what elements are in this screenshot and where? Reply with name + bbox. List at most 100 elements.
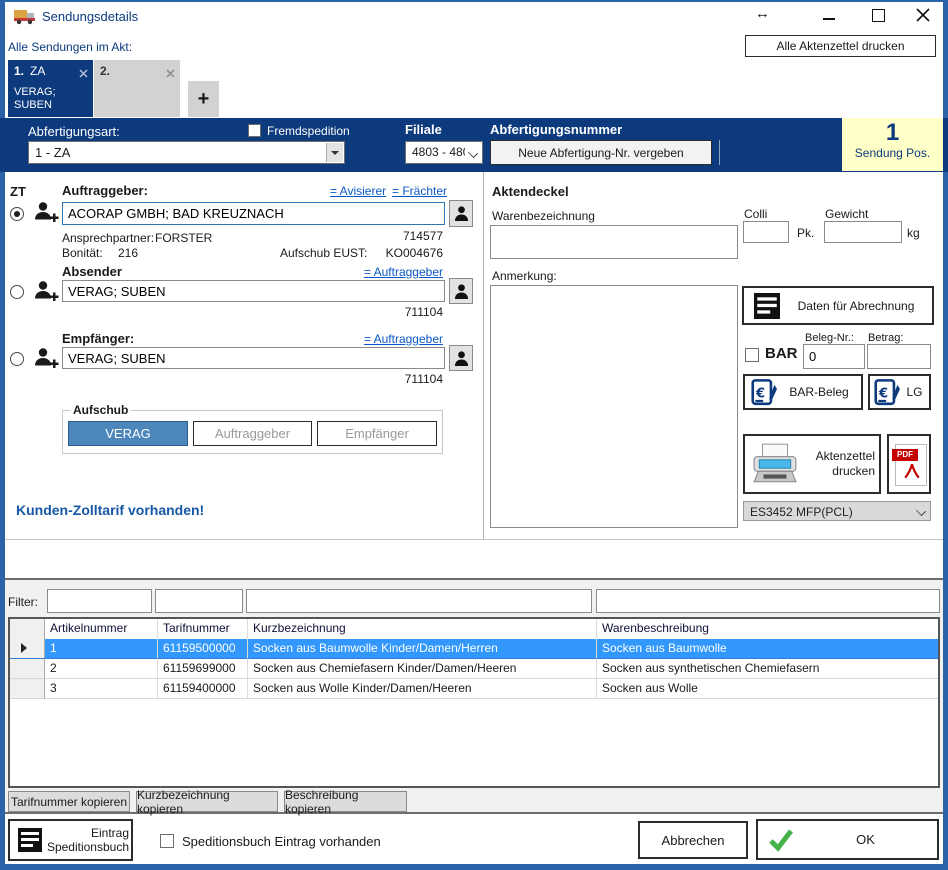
person-icon bbox=[454, 283, 469, 300]
aufschub-eust-value: KO004676 bbox=[343, 246, 443, 260]
auftraggeber-radio[interactable] bbox=[10, 207, 24, 221]
neue-abfertigungsnummer-button[interactable]: Neue Abfertigung-Nr. vergeben bbox=[490, 140, 712, 165]
empfaenger-input[interactable] bbox=[62, 347, 445, 369]
add-shipment-button[interactable]: + bbox=[188, 81, 219, 117]
empfaenger-auftraggeber-link[interactable]: = Auftraggeber bbox=[358, 332, 443, 346]
printer-select[interactable]: ES3452 MFP(PCL) bbox=[743, 501, 931, 521]
bar-beleg-button[interactable]: € BAR-Beleg bbox=[743, 374, 863, 410]
printer-icon bbox=[751, 443, 799, 485]
table-row[interactable]: 1 61159500000 Socken aus Baumwolle Kinde… bbox=[10, 639, 938, 659]
filiale-select[interactable]: 4803 - 480 bbox=[405, 141, 483, 164]
pdf-button[interactable]: PDF bbox=[887, 434, 931, 494]
tab1-line2: SUBEN bbox=[14, 99, 52, 111]
filter-input-kurzbezeichnung[interactable] bbox=[246, 589, 592, 613]
print-all-aktenzettel-button[interactable]: Alle Aktenzettel drucken bbox=[745, 35, 936, 57]
aktenzettel-label-2: drucken bbox=[832, 464, 875, 478]
row-selector-cell[interactable] bbox=[10, 639, 45, 659]
cell-artikelnummer: 3 bbox=[45, 679, 158, 699]
add-contact-icon[interactable] bbox=[33, 279, 59, 308]
speditionsbuch-checkbox[interactable] bbox=[160, 834, 174, 848]
person-icon bbox=[454, 350, 469, 367]
bonitaet-value: 216 bbox=[118, 246, 138, 260]
ok-button[interactable]: OK bbox=[756, 819, 939, 860]
table-row[interactable]: 2 61159699000 Socken aus Chemiefasern Ki… bbox=[10, 659, 938, 679]
empfaenger-contact-button[interactable] bbox=[449, 345, 473, 371]
anmerkung-textarea[interactable] bbox=[490, 285, 738, 528]
empfaenger-radio[interactable] bbox=[10, 352, 24, 366]
cell-tarifnummer: 61159500000 bbox=[158, 639, 248, 659]
column-header[interactable]: Kurzbezeichnung bbox=[248, 619, 597, 641]
abfertigungsart-select[interactable]: 1 - ZA bbox=[28, 141, 345, 164]
tab1-index: 1. bbox=[14, 64, 24, 78]
beleg-input[interactable] bbox=[803, 344, 865, 369]
filter-input-warenbeschreibung[interactable] bbox=[596, 589, 940, 613]
lg-label: LG bbox=[900, 385, 929, 399]
row-selector-cell[interactable] bbox=[10, 659, 45, 679]
absender-auftraggeber-link[interactable]: = Auftraggeber bbox=[358, 265, 443, 279]
tab-shipment-1[interactable]: 1. ZA VERAG; SUBEN bbox=[8, 60, 93, 117]
chevron-down-icon bbox=[916, 506, 926, 516]
bar-checkbox[interactable] bbox=[745, 348, 759, 362]
aufschub-empfaenger-button[interactable]: Empfänger bbox=[317, 421, 437, 446]
absender-radio[interactable] bbox=[10, 285, 24, 299]
close-icon[interactable] bbox=[915, 7, 931, 28]
abfertigungsart-label: Abfertigungsart: bbox=[28, 124, 120, 139]
chevron-down-icon bbox=[468, 148, 478, 158]
filter-input-tarifnummer[interactable] bbox=[155, 589, 243, 613]
copy-kurzbezeichnung-button[interactable]: Kurzbezeichnung kopieren bbox=[136, 791, 278, 812]
anmerkung-label: Anmerkung: bbox=[492, 269, 557, 283]
add-contact-icon[interactable] bbox=[33, 346, 59, 375]
absender-input[interactable] bbox=[62, 280, 445, 302]
aufschub-auftraggeber-button[interactable]: Auftraggeber bbox=[193, 421, 312, 446]
column-header[interactable]: Warenbeschreibung bbox=[597, 619, 938, 641]
aktenzettel-drucken-button[interactable]: Aktenzettel drucken bbox=[743, 434, 881, 494]
filter-input-artikelnummer[interactable] bbox=[47, 589, 152, 613]
fremdspedition-checkbox[interactable] bbox=[248, 124, 261, 137]
daten-abrechnung-button[interactable]: Daten für Abrechnung bbox=[742, 286, 934, 325]
gewicht-label: Gewicht bbox=[825, 207, 868, 221]
window-border-bottom bbox=[0, 864, 948, 870]
tab2-close-icon[interactable] bbox=[166, 65, 175, 83]
absender-contact-button[interactable] bbox=[449, 278, 473, 304]
eintrag-speditionsbuch-button[interactable]: Eintrag Speditionsbuch bbox=[8, 819, 133, 861]
zt-label: ZT bbox=[10, 184, 26, 199]
speditionsbuch-label-1: Eintrag bbox=[91, 826, 129, 840]
column-header[interactable]: Tarifnummer bbox=[158, 619, 248, 641]
document-lines-icon bbox=[754, 293, 780, 319]
avisierer-link[interactable]: = Avisierer bbox=[330, 184, 386, 198]
aufschub-verag-button[interactable]: VERAG bbox=[68, 421, 188, 446]
tab1-code: ZA bbox=[30, 64, 45, 78]
resize-icon[interactable]: ↔ bbox=[755, 5, 770, 22]
gewicht-input[interactable] bbox=[824, 221, 902, 243]
tab1-close-icon[interactable] bbox=[79, 65, 88, 83]
auftraggeber-input[interactable] bbox=[62, 202, 445, 225]
filter-label: Filter: bbox=[8, 595, 38, 609]
row-selector-cell[interactable] bbox=[10, 679, 45, 699]
bonitaet-label: Bonität: bbox=[62, 246, 103, 260]
cell-artikelnummer: 1 bbox=[45, 639, 158, 659]
table-row[interactable]: 3 61159400000 Socken aus Wolle Kinder/Da… bbox=[10, 679, 938, 699]
lg-button[interactable]: € LG bbox=[868, 374, 931, 410]
betrag-input[interactable] bbox=[867, 344, 931, 369]
minimize-icon[interactable] bbox=[823, 18, 835, 20]
svg-text:€: € bbox=[755, 386, 765, 401]
aktenzettel-label-1: Aktenzettel bbox=[816, 449, 875, 463]
auftraggeber-contact-button[interactable] bbox=[449, 200, 473, 227]
sendungsdetails-window: Sendungsdetails ↔ Alle Sendungen im Akt:… bbox=[0, 0, 948, 870]
column-header[interactable]: Artikelnummer bbox=[45, 619, 158, 641]
warenbezeichnung-label: Warenbezeichnung bbox=[492, 209, 595, 223]
selector-header bbox=[10, 619, 45, 641]
tab-shipment-2[interactable]: 2. bbox=[94, 60, 180, 117]
maximize-icon[interactable] bbox=[872, 9, 885, 22]
warenbezeichnung-input[interactable] bbox=[490, 225, 738, 259]
dropdown-arrow-icon[interactable] bbox=[326, 143, 343, 162]
tab1-line1: VERAG; bbox=[14, 86, 56, 98]
copy-tarifnummer-button[interactable]: Tarifnummer kopieren bbox=[8, 791, 130, 812]
add-contact-icon[interactable] bbox=[33, 200, 59, 229]
cancel-button[interactable]: Abbrechen bbox=[638, 821, 748, 859]
empfaenger-kundennummer: 711104 bbox=[343, 372, 443, 386]
fraechter-link[interactable]: = Frächter bbox=[392, 184, 447, 198]
colli-input[interactable] bbox=[743, 221, 789, 243]
copy-beschreibung-button[interactable]: Beschreibung kopieren bbox=[284, 791, 407, 812]
shipments-label: Alle Sendungen im Akt: bbox=[8, 40, 132, 54]
